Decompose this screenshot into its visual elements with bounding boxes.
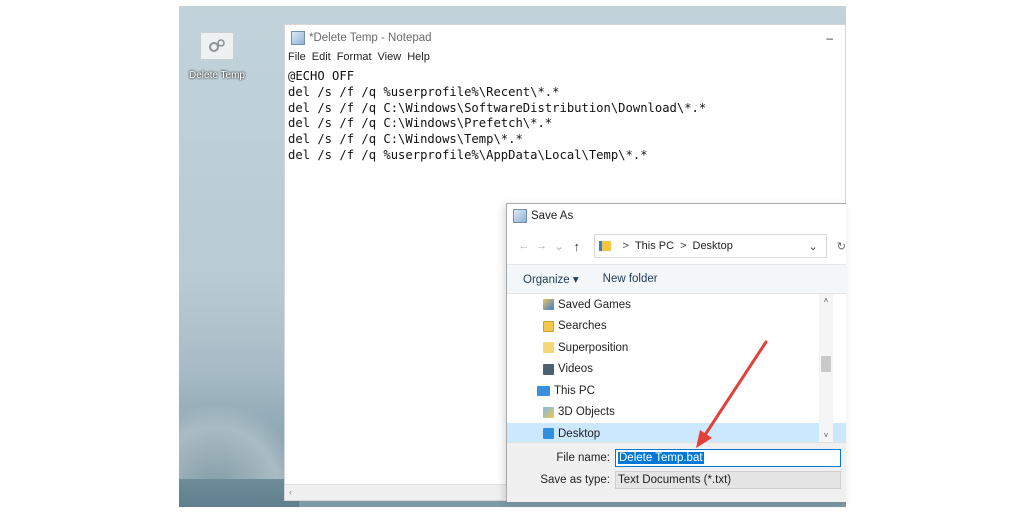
- tree-item-3d-objects[interactable]: 3D Objects: [507, 402, 846, 424]
- file-name-value: Delete Temp.bat: [618, 452, 704, 464]
- this-pc-icon: [537, 385, 550, 396]
- breadcrumb-this-pc[interactable]: This PC: [635, 240, 674, 252]
- editor-line: del /s /f /q C:\Windows\Temp\*.*: [288, 132, 523, 147]
- breadcrumb-desktop[interactable]: Desktop: [693, 240, 733, 252]
- tree-item-label: Desktop: [558, 427, 601, 440]
- save-as-titlebar[interactable]: Save As: [507, 204, 846, 228]
- desktop-icon-delete-temp[interactable]: Delete Temp: [185, 32, 249, 81]
- organize-button[interactable]: Organize ▾: [523, 272, 579, 286]
- back-arrow-icon[interactable]: ←: [515, 240, 533, 252]
- scrollbar-thumb[interactable]: [821, 356, 831, 372]
- editor-line: del /s /f /q C:\Windows\SoftwareDistribu…: [288, 100, 707, 115]
- desktop-folder-icon: [543, 428, 554, 440]
- tree-item-label: Videos: [558, 363, 593, 376]
- tree-scrollbar[interactable]: ˄ ˅: [819, 294, 833, 442]
- editor-line: del /s /f /q %userprofile%\Recent\*.*: [288, 84, 560, 99]
- editor-line: @ECHO OFF: [288, 69, 355, 83]
- gear-file-icon: [200, 32, 234, 60]
- menu-format[interactable]: Format: [337, 51, 372, 67]
- address-bar[interactable]: > This PC > Desktop ⌄: [593, 234, 827, 258]
- notepad-icon: [291, 31, 305, 45]
- menu-view[interactable]: View: [378, 51, 402, 67]
- forward-arrow-icon[interactable]: →: [533, 240, 551, 252]
- tree-item-this-pc[interactable]: This PC: [507, 380, 846, 402]
- notepad-icon: [513, 209, 527, 223]
- menu-file[interactable]: File: [288, 51, 306, 67]
- wallpaper-water: [179, 479, 299, 507]
- scroll-left-icon[interactable]: ‹: [289, 487, 292, 497]
- navigation-bar: ← → ⌄ ↑ > This PC > Desktop ⌄ ↻: [507, 228, 846, 264]
- save-as-title: Save As: [531, 210, 574, 222]
- notepad-titlebar[interactable]: *Delete Temp - Notepad –: [285, 25, 845, 51]
- searches-icon: [543, 320, 554, 332]
- tree-item-label: This PC: [554, 384, 595, 397]
- tree-item-label: Saved Games: [558, 298, 631, 311]
- chevron-down-icon[interactable]: ⌄: [809, 240, 818, 253]
- notepad-editor[interactable]: @ECHO OFF del /s /f /q %userprofile%\Rece…: [285, 67, 845, 166]
- tree-item-searches[interactable]: Searches: [507, 316, 846, 338]
- minimize-button[interactable]: –: [826, 31, 833, 45]
- scroll-down-icon[interactable]: ˅: [819, 431, 833, 440]
- save-as-type-value: Text Documents (*.txt): [618, 474, 732, 486]
- notepad-title: *Delete Temp - Notepad: [309, 32, 432, 44]
- new-folder-button[interactable]: New folder: [603, 273, 658, 285]
- save-as-dialog: Save As ← → ⌄ ↑ > This PC > Desktop ⌄ ↻ …: [506, 203, 846, 502]
- tree-item-label: Superposition: [558, 341, 629, 354]
- folder-icon: [598, 241, 611, 251]
- tree-item-label: 3D Objects: [558, 406, 615, 419]
- tree-item-videos[interactable]: Videos: [507, 359, 846, 381]
- file-name-input[interactable]: Delete Temp.bat: [615, 449, 841, 467]
- 3d-objects-icon: [543, 406, 554, 418]
- videos-icon: [543, 363, 554, 375]
- editor-line: del /s /f /q C:\Windows\Prefetch\*.*: [288, 116, 553, 131]
- save-as-type-select[interactable]: Text Documents (*.txt): [615, 471, 841, 489]
- breadcrumb-separator: >: [622, 240, 629, 252]
- tree-item-label: Searches: [558, 320, 607, 333]
- up-arrow-icon[interactable]: ↑: [568, 239, 586, 254]
- menu-help[interactable]: Help: [407, 51, 430, 67]
- tree-item-superposition[interactable]: Superposition: [507, 337, 846, 359]
- file-name-label: File name:: [556, 452, 610, 464]
- desktop-icon-label: Delete Temp: [189, 70, 245, 81]
- recent-locations-icon[interactable]: ⌄: [550, 240, 568, 253]
- folder-icon: [543, 342, 554, 354]
- navigation-tree: Saved Games Searches Superposition Video…: [507, 294, 846, 445]
- editor-line: del /s /f /q %userprofile%\AppData\Local…: [288, 147, 648, 162]
- horizontal-scrollbar[interactable]: ‹: [285, 484, 507, 500]
- refresh-icon[interactable]: ↻: [837, 240, 846, 253]
- menu-edit[interactable]: Edit: [312, 51, 331, 67]
- tree-item-saved-games[interactable]: Saved Games: [507, 294, 846, 316]
- save-as-type-label: Save as type:: [540, 474, 610, 486]
- scroll-up-icon[interactable]: ˄: [819, 296, 833, 305]
- command-bar: Organize ▾ New folder: [507, 264, 846, 294]
- notepad-menubar: File Edit Format View Help: [285, 51, 845, 67]
- save-options-panel: File name: Delete Temp.bat Save as type:…: [507, 442, 846, 502]
- saved-games-icon: [543, 299, 554, 311]
- breadcrumb-separator: >: [680, 240, 687, 252]
